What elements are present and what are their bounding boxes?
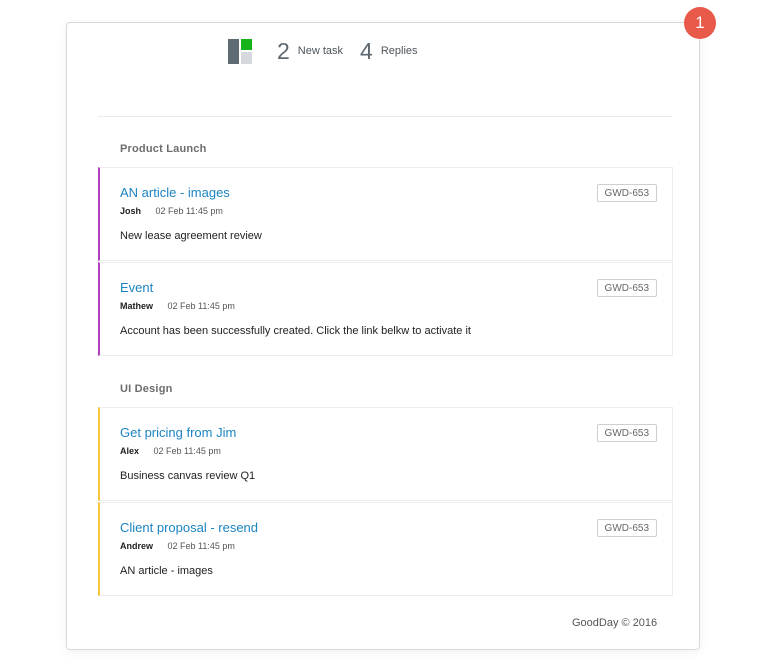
task-description: Account has been successfully created. C… — [120, 325, 471, 337]
task-meta: Josh 02 Feb 11:45 pm — [120, 206, 223, 216]
task-time: 02 Feb 11:45 pm — [153, 446, 221, 456]
stats-bar: 2 New task 4 Replies — [228, 36, 435, 66]
task-title[interactable]: Event — [120, 280, 153, 295]
group-title-ui-design: UI Design — [120, 383, 173, 395]
task-tag[interactable]: GWD-653 — [596, 184, 657, 202]
task-author: Josh — [120, 206, 142, 216]
footer-copyright: GoodDay © 2016 — [572, 617, 658, 629]
notification-count: 1 — [695, 13, 705, 32]
task-card[interactable]: Get pricing from Jim Alex 02 Feb 11:45 p… — [98, 407, 673, 501]
task-author: Mathew — [120, 301, 154, 311]
task-tag[interactable]: GWD-653 — [596, 424, 657, 442]
task-description: New lease agreement review — [120, 230, 262, 242]
task-card[interactable]: Event Mathew 02 Feb 11:45 pm Account has… — [98, 262, 673, 356]
new-task-count: 2 — [277, 37, 290, 64]
task-description: Business canvas review Q1 — [120, 470, 256, 482]
header-divider — [98, 116, 672, 117]
new-task-label: New task — [297, 45, 344, 57]
task-title[interactable]: Client proposal - resend — [120, 520, 258, 535]
task-time: 02 Feb 11:45 pm — [167, 541, 235, 551]
group-title-product-launch: Product Launch — [120, 143, 207, 155]
task-meta: Alex 02 Feb 11:45 pm — [120, 446, 221, 456]
task-title[interactable]: AN article - images — [120, 185, 230, 200]
task-author: Alex — [120, 446, 140, 456]
task-card[interactable]: AN article - images Josh 02 Feb 11:45 pm… — [98, 167, 673, 261]
task-description: AN article - images — [120, 565, 213, 577]
task-card[interactable]: Client proposal - resend Andrew 02 Feb 1… — [98, 502, 673, 596]
replies-label: Replies — [380, 45, 418, 57]
task-meta: Mathew 02 Feb 11:45 pm — [120, 301, 235, 311]
task-time: 02 Feb 11:45 pm — [167, 301, 235, 311]
task-title[interactable]: Get pricing from Jim — [120, 425, 236, 440]
notification-badge[interactable]: 1 — [684, 7, 716, 39]
task-author: Andrew — [120, 541, 154, 551]
task-time: 02 Feb 11:45 pm — [155, 206, 223, 216]
task-meta: Andrew 02 Feb 11:45 pm — [120, 541, 235, 551]
replies-count: 4 — [360, 37, 373, 64]
task-tag[interactable]: GWD-653 — [596, 279, 657, 297]
board-icon — [228, 38, 253, 64]
task-tag[interactable]: GWD-653 — [596, 519, 657, 537]
